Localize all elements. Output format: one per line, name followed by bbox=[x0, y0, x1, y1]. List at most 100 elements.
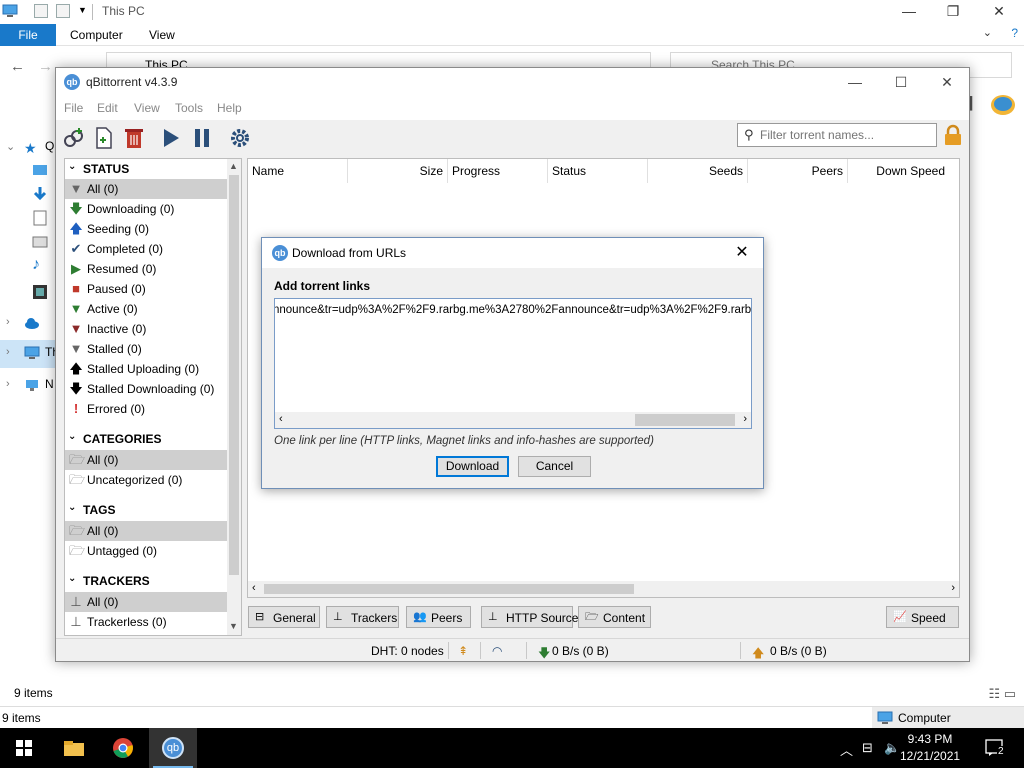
help-icon[interactable]: ? bbox=[1011, 26, 1018, 40]
list-horizontal-scrollbar[interactable]: ‹ › bbox=[248, 581, 959, 597]
tab-speed[interactable]: 📈 Speed bbox=[886, 606, 959, 628]
resume-play-icon[interactable] bbox=[159, 126, 183, 150]
maximize-button[interactable]: ❐ bbox=[930, 0, 976, 24]
torrent-links-textarea[interactable]: nnounce&tr=udp%3A%2F%2F9.rarbg.me%3A2780… bbox=[274, 298, 752, 429]
volume-muted-icon[interactable]: 🔈 bbox=[884, 740, 900, 756]
category-item-all[interactable]: 🗁 All (0) bbox=[65, 450, 227, 470]
pause-icon[interactable] bbox=[190, 126, 214, 150]
status-section-header[interactable]: ⌄ STATUS bbox=[65, 159, 227, 179]
chevron-right-icon[interactable]: › bbox=[6, 378, 10, 390]
delete-trash-icon[interactable] bbox=[122, 126, 146, 150]
column-down-speed[interactable]: Down Speed bbox=[848, 159, 959, 183]
torrent-filter-box[interactable]: ⚲ bbox=[737, 123, 937, 147]
maximize-button[interactable]: ☐ bbox=[878, 68, 924, 96]
tab-file[interactable]: File bbox=[0, 24, 56, 46]
chevron-right-icon[interactable]: › bbox=[6, 346, 10, 358]
scroll-left-arrow-icon[interactable]: ‹ bbox=[252, 582, 256, 594]
tag-item-all[interactable]: 🗁 All (0) bbox=[65, 521, 227, 541]
menu-help[interactable]: Help bbox=[217, 101, 242, 115]
column-status[interactable]: Status bbox=[548, 159, 648, 183]
tab-content[interactable]: 🗁 Content bbox=[578, 606, 651, 628]
action-center-icon[interactable]: 2 bbox=[984, 738, 1006, 758]
nav-onedrive[interactable]: › bbox=[0, 310, 55, 338]
chevron-down-icon[interactable]: ⌄ bbox=[68, 161, 76, 172]
column-name[interactable]: Name bbox=[248, 159, 348, 183]
connection-status-icon[interactable]: ⇞ bbox=[458, 644, 468, 658]
menu-view[interactable]: View bbox=[134, 101, 160, 115]
textarea-horizontal-scrollbar[interactable]: ‹ › bbox=[275, 412, 751, 428]
column-seeds[interactable]: Seeds bbox=[648, 159, 748, 183]
scrollbar-thumb[interactable] bbox=[229, 175, 239, 575]
tag-item-untagged[interactable]: 🗁 Untagged (0) bbox=[65, 541, 227, 561]
clock[interactable]: 9:43 PM 12/21/2021 bbox=[900, 731, 960, 765]
taskbar-chrome[interactable] bbox=[99, 728, 147, 768]
windows-start-icon[interactable] bbox=[0, 728, 48, 768]
taskbar-file-explorer[interactable] bbox=[50, 728, 98, 768]
sidebar-item-stalled[interactable]: ▼ Stalled (0) bbox=[65, 339, 227, 359]
scroll-left-arrow-icon[interactable]: ‹ bbox=[279, 413, 283, 425]
sidebar-item-paused[interactable]: ■ Paused (0) bbox=[65, 279, 227, 299]
scroll-down-arrow-icon[interactable]: ▼ bbox=[229, 621, 238, 631]
tab-trackers[interactable]: ⊥ Trackers bbox=[326, 606, 399, 628]
sidebar-item-inactive[interactable]: ▼ Inactive (0) bbox=[65, 319, 227, 339]
taskbar-qbittorrent[interactable]: qb bbox=[149, 728, 197, 768]
tab-view[interactable]: View bbox=[149, 28, 175, 42]
show-hidden-icons-chevron[interactable]: ︿ bbox=[840, 740, 853, 759]
minimize-button[interactable]: — bbox=[832, 68, 878, 96]
properties-quick-icon[interactable] bbox=[34, 4, 48, 18]
category-item-uncategorized[interactable]: 🗁 Uncategorized (0) bbox=[65, 470, 227, 490]
speed-limit-gauge-icon[interactable]: ◠ bbox=[492, 644, 502, 658]
trackers-section-header[interactable]: ⌄ TRACKERS bbox=[65, 571, 227, 591]
close-button[interactable]: ✕ bbox=[727, 240, 757, 266]
sidebar-item-all[interactable]: ▼ All (0) bbox=[65, 179, 227, 199]
column-size[interactable]: Size bbox=[348, 159, 448, 183]
tab-general[interactable]: ⊟ General bbox=[248, 606, 320, 628]
tags-section-header[interactable]: ⌄ TAGS bbox=[65, 500, 227, 520]
upload-speed[interactable]: 0 B/s (0 B) bbox=[770, 644, 827, 658]
sidebar-item-stalled-uploading[interactable]: 🡅 Stalled Uploading (0) bbox=[65, 359, 227, 379]
scroll-up-arrow-icon[interactable]: ▲ bbox=[229, 161, 238, 171]
chevron-down-icon[interactable]: ⌄ bbox=[983, 26, 992, 39]
tab-peers[interactable]: 👥 Peers bbox=[406, 606, 471, 628]
back-arrow-icon[interactable]: ← bbox=[10, 58, 25, 75]
quick-access-dropdown-icon[interactable]: ▼ bbox=[78, 5, 87, 15]
close-button[interactable]: ✕ bbox=[976, 0, 1022, 24]
categories-section-header[interactable]: ⌄ CATEGORIES bbox=[65, 429, 227, 449]
tracker-item-all[interactable]: ⊥ All (0) bbox=[65, 592, 227, 612]
scroll-right-arrow-icon[interactable]: › bbox=[743, 413, 747, 425]
scrollbar-thumb[interactable] bbox=[635, 414, 735, 426]
sidebar-scrollbar[interactable]: ▲ ▼ bbox=[227, 159, 241, 635]
menu-edit[interactable]: Edit bbox=[97, 101, 118, 115]
sidebar-item-resumed[interactable]: ▶ Resumed (0) bbox=[65, 259, 227, 279]
sidebar-item-downloading[interactable]: 🡇 Downloading (0) bbox=[65, 199, 227, 219]
chevron-down-icon[interactable]: ⌄ bbox=[68, 573, 76, 584]
menu-tools[interactable]: Tools bbox=[175, 101, 203, 115]
chevron-right-icon[interactable]: › bbox=[6, 316, 10, 328]
column-peers[interactable]: Peers bbox=[748, 159, 848, 183]
nav-this-pc[interactable]: › Th bbox=[0, 340, 59, 368]
chevron-down-icon[interactable]: ⌄ bbox=[6, 140, 15, 153]
download-button[interactable]: Download bbox=[436, 456, 509, 477]
sidebar-item-completed[interactable]: ✔ Completed (0) bbox=[65, 239, 227, 259]
minimize-button[interactable]: — bbox=[886, 0, 932, 24]
scroll-right-arrow-icon[interactable]: › bbox=[951, 582, 955, 594]
tab-computer[interactable]: Computer bbox=[70, 28, 123, 42]
add-torrent-file-icon[interactable] bbox=[92, 126, 116, 150]
view-toggle-icons[interactable]: ☷ ▭ bbox=[988, 686, 1016, 702]
chevron-down-icon[interactable]: ⌄ bbox=[68, 502, 76, 513]
tab-http-sources[interactable]: ⊥ HTTP Sources bbox=[481, 606, 584, 628]
lock-icon[interactable] bbox=[942, 124, 964, 146]
close-button[interactable]: ✕ bbox=[924, 68, 970, 96]
nav-network[interactable]: › N bbox=[0, 372, 55, 400]
sidebar-item-errored[interactable]: ! Errored (0) bbox=[65, 399, 227, 419]
cancel-button[interactable]: Cancel bbox=[518, 456, 591, 477]
network-icon[interactable]: ⊟ bbox=[862, 740, 873, 756]
tracker-item-trackerless[interactable]: ⊥ Trackerless (0) bbox=[65, 612, 227, 632]
filter-input[interactable] bbox=[760, 126, 930, 144]
menu-file[interactable]: File bbox=[64, 101, 83, 115]
new-folder-quick-icon[interactable] bbox=[56, 4, 70, 18]
chevron-down-icon[interactable]: ⌄ bbox=[68, 431, 76, 442]
download-speed[interactable]: 0 B/s (0 B) bbox=[552, 644, 609, 658]
gear-icon[interactable] bbox=[228, 126, 252, 150]
scrollbar-thumb[interactable] bbox=[264, 584, 634, 594]
